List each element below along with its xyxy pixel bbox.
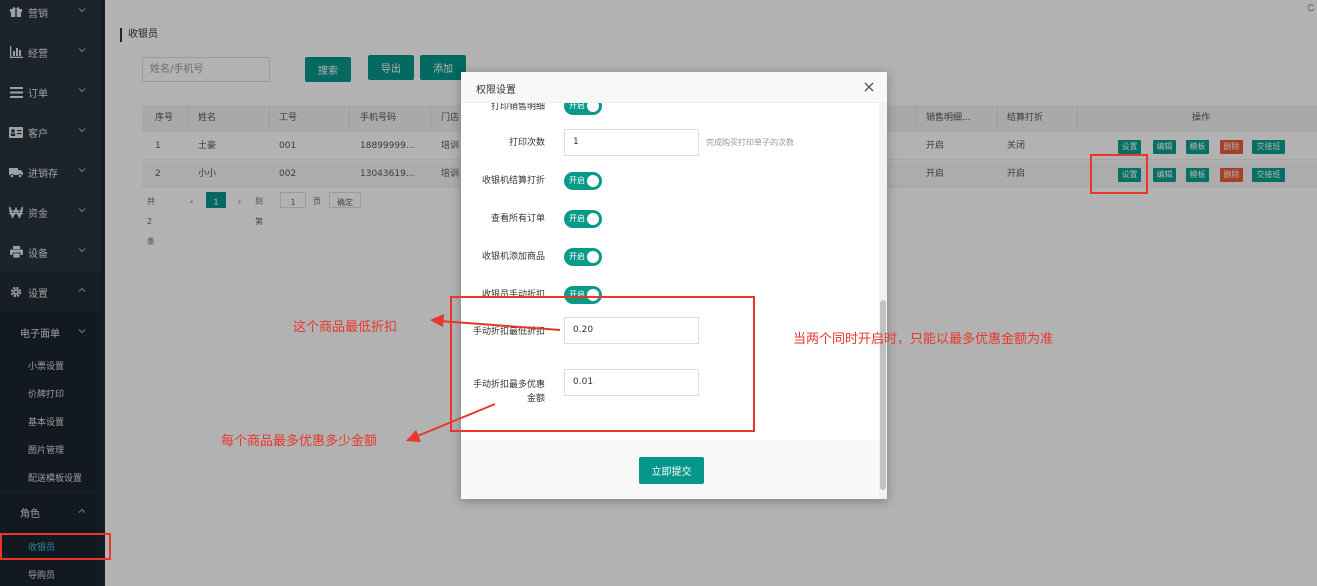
arrow-icon <box>406 403 496 442</box>
arrow-icon <box>430 314 561 331</box>
annotation-arrows <box>406 314 561 442</box>
